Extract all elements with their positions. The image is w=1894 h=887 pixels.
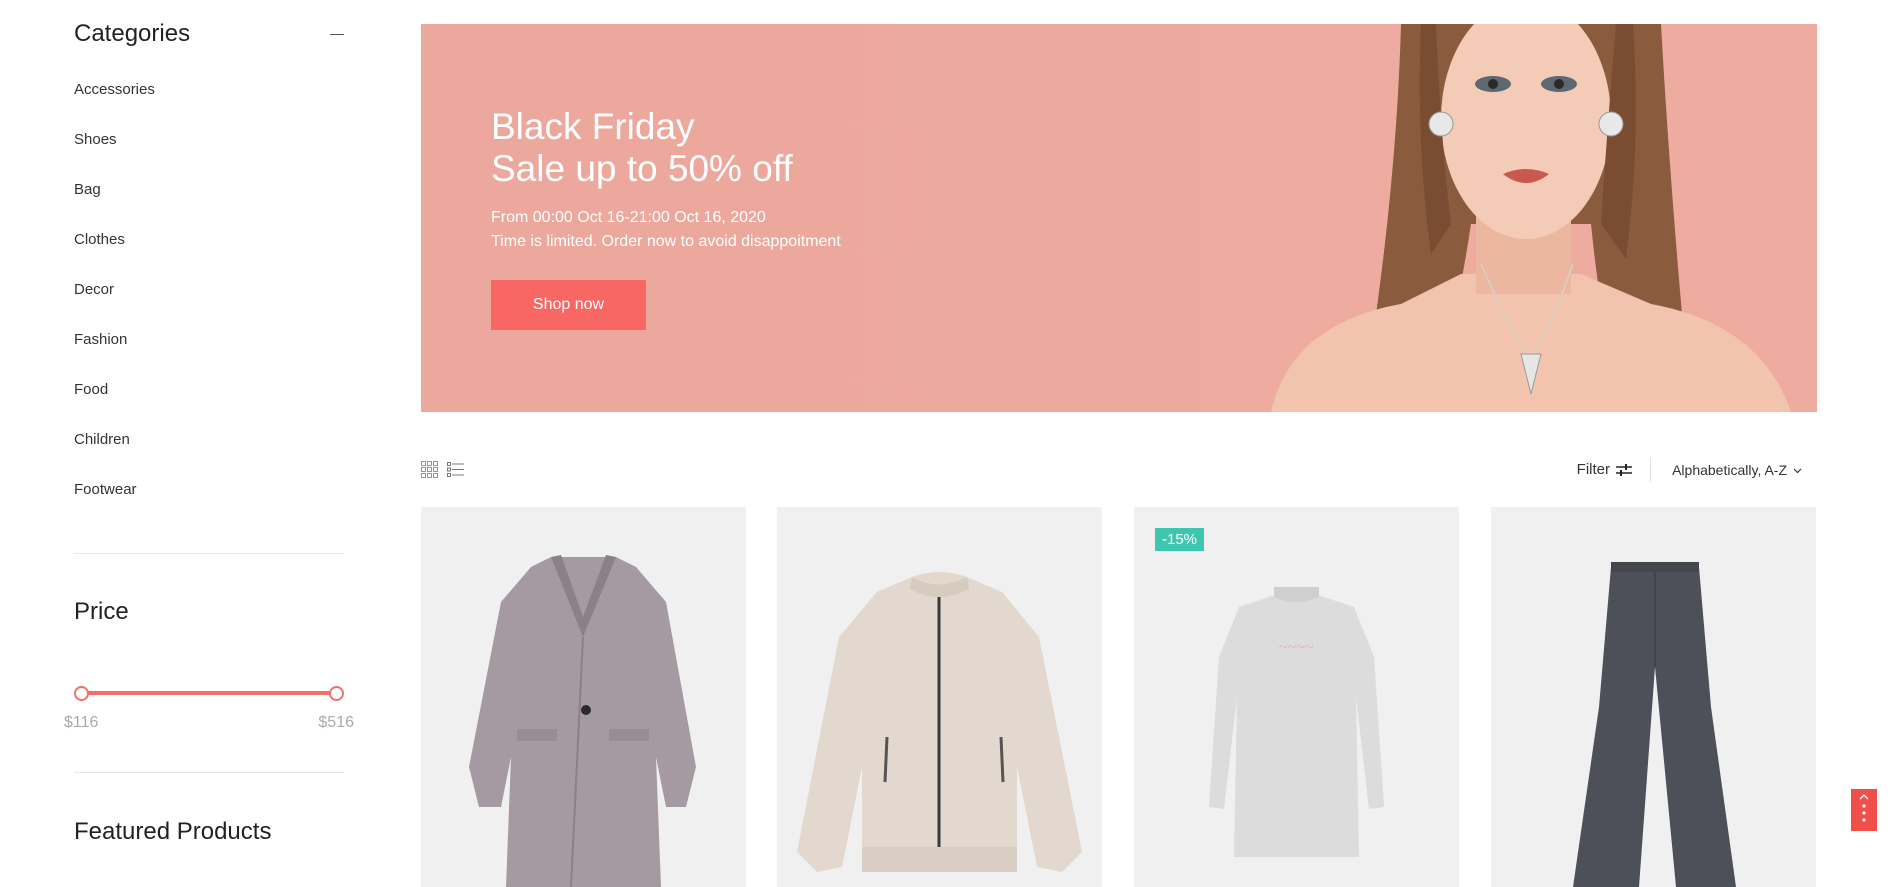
product-card[interactable]: ~~~~ -15% <box>1134 507 1459 887</box>
filter-button[interactable]: Filter <box>1577 458 1632 482</box>
categories-title: Categories <box>74 20 191 47</box>
category-item[interactable]: Food <box>74 378 155 428</box>
banner-title: Black Friday Sale up to 50% off <box>491 106 793 190</box>
banner-note: Time is limited. Order now to avoid disa… <box>491 233 841 250</box>
list-view-icon[interactable] <box>447 461 464 478</box>
featured-products-title: Featured Products <box>74 818 272 845</box>
price-min-handle[interactable] <box>74 686 89 701</box>
price-max-handle[interactable] <box>329 686 344 701</box>
shop-now-button[interactable]: Shop now <box>491 280 646 330</box>
price-max-label: $516 <box>318 714 354 731</box>
toolbar-separator <box>1650 458 1651 482</box>
banner-model-image <box>1201 24 1817 412</box>
product-card[interactable] <box>1491 507 1816 887</box>
categories-header[interactable]: Categories <box>74 20 344 50</box>
svg-text:~~~~: ~~~~ <box>1279 639 1314 656</box>
divider <box>74 772 344 773</box>
filter-label: Filter <box>1576 461 1610 478</box>
floating-menu-button[interactable] <box>1851 789 1877 831</box>
bomber-jacket-image <box>797 572 1082 872</box>
sort-select[interactable]: Alphabetically, A-Z <box>1672 458 1802 482</box>
price-range-track[interactable] <box>80 691 338 695</box>
coat-image <box>469 555 696 887</box>
banner-date: From 00:00 Oct 16-21:00 Oct 16, 2020 <box>491 209 766 226</box>
category-item[interactable]: Accessories <box>74 78 155 128</box>
category-item[interactable]: Shoes <box>74 128 155 178</box>
chevron-down-icon <box>1793 468 1802 474</box>
trousers-image <box>1573 562 1736 887</box>
category-item[interactable]: Decor <box>74 278 155 328</box>
category-item[interactable]: Bag <box>74 178 155 228</box>
price-title: Price <box>74 598 129 625</box>
discount-badge: -15% <box>1155 528 1205 551</box>
price-min-label: $116 <box>64 714 99 731</box>
category-item[interactable]: Fashion <box>74 328 155 378</box>
sort-label: Alphabetically, A-Z <box>1672 462 1787 478</box>
banner-subtitle: From 00:00 Oct 16-21:00 Oct 16, 2020 Tim… <box>491 206 841 254</box>
category-list: Accessories Shoes Bag Clothes Decor Fash… <box>74 78 155 528</box>
minus-icon[interactable] <box>330 34 344 35</box>
grid-view-icon[interactable] <box>421 461 438 478</box>
dress-image: ~~~~ <box>1209 587 1384 857</box>
category-item[interactable]: Footwear <box>74 478 155 528</box>
promo-banner: Black Friday Sale up to 50% off From 00:… <box>421 24 1817 412</box>
category-item[interactable]: Clothes <box>74 228 155 278</box>
product-toolbar: Filter Alphabetically, A-Z <box>421 458 1817 482</box>
dots-vertical-icon <box>1859 794 1869 822</box>
banner-title-line-1: Black Friday <box>491 106 695 147</box>
product-card[interactable] <box>777 507 1102 887</box>
filter-sliders-icon <box>1616 464 1632 477</box>
product-card[interactable] <box>421 507 746 887</box>
divider <box>74 553 344 554</box>
banner-title-line-2: Sale up to 50% off <box>491 148 793 189</box>
price-range-slider[interactable] <box>74 686 344 701</box>
category-item[interactable]: Children <box>74 428 155 478</box>
